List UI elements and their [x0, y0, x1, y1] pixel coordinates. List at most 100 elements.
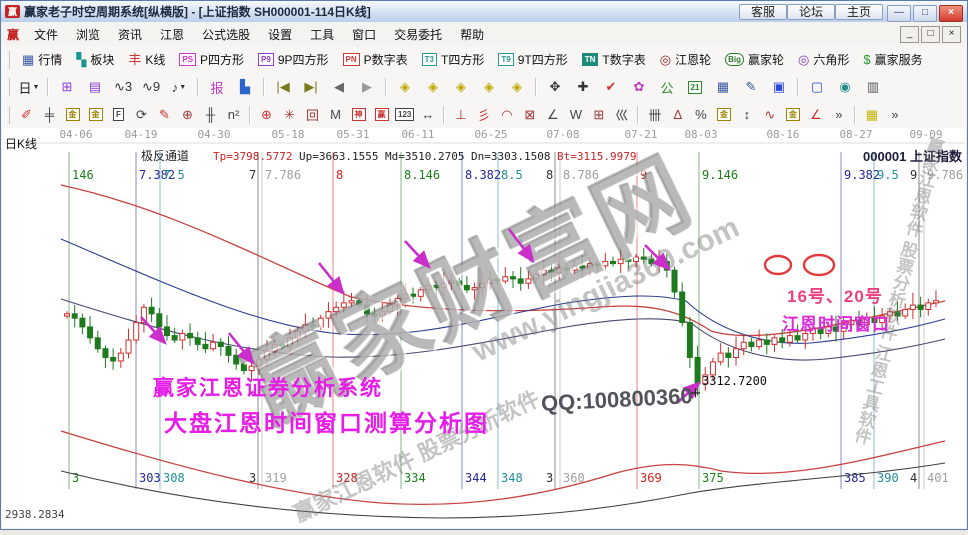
tool-monitor[interactable]: ▢	[804, 75, 830, 99]
tool-info-pad[interactable]: ▤	[82, 75, 108, 99]
tool-star-tool[interactable]: ✳	[278, 103, 301, 127]
tool-wave-tool[interactable]: W	[564, 103, 587, 127]
tool-width-tool[interactable]: ↔	[416, 103, 439, 127]
tool-yellow-grid[interactable]: ▦	[860, 103, 883, 127]
tool-gold-lines[interactable]: 金	[781, 103, 804, 127]
tool-percent-tool[interactable]: %	[689, 103, 712, 127]
titlebar-button-kefu[interactable]: 客服	[739, 4, 787, 20]
tool-mark-tool[interactable]: ♪▼	[166, 75, 192, 99]
angle-square-icon: ⊥	[455, 107, 466, 123]
toolbar-item-winner-wheel[interactable]: Big赢家轮	[718, 49, 791, 70]
menu-item-tools[interactable]: 工具	[301, 23, 343, 46]
tool-gann-grid[interactable]: ╪	[38, 103, 61, 127]
tool-slant-lines[interactable]: 巛	[610, 103, 633, 127]
tool-period-day[interactable]: 日▼	[16, 75, 42, 99]
menu-item-news[interactable]: 资讯	[109, 23, 151, 46]
mdi-restore-button[interactable]: □	[921, 26, 940, 43]
tool-window-switch[interactable]: ⊞	[54, 75, 80, 99]
tool-circle-square[interactable]: ⊕	[176, 103, 199, 127]
tool-box-fan[interactable]: ⊠	[518, 103, 541, 127]
menu-item-settings[interactable]: 设置	[259, 23, 301, 46]
tool-ying-square[interactable]: 赢	[370, 103, 393, 127]
mdi-minimize-button[interactable]: _	[900, 26, 919, 43]
toolbar-item-hexagon[interactable]: ◎六角形	[791, 49, 856, 70]
tool-calculator[interactable]: ▦	[710, 75, 736, 99]
tool-stat-bars[interactable]: 卌	[643, 103, 666, 127]
toolbar-item-9t-square[interactable]: T99T四方形	[491, 49, 574, 70]
mdi-close-button[interactable]: ×	[942, 26, 961, 43]
toolbar-item-quotes[interactable]: ▦行情	[15, 49, 69, 70]
tool-diamond-center[interactable]: ◈	[476, 75, 502, 99]
toolbar-item-sectors[interactable]: ▚板块	[69, 49, 121, 70]
tool-arc-tool[interactable]: ◠	[495, 103, 518, 127]
menu-item-window[interactable]: 窗口	[343, 23, 385, 46]
tool-pan-hand[interactable]: ✥	[542, 75, 568, 99]
tool-gold-square-2[interactable]: 金	[84, 103, 107, 127]
tool-diamond-shrink[interactable]: ◈	[448, 75, 474, 99]
tool-price-pen[interactable]: ↕	[735, 103, 758, 127]
tool-number-grid[interactable]: 123	[393, 103, 416, 127]
menu-item-file[interactable]: 文件	[25, 23, 67, 46]
tool-brush-tool[interactable]: ✎	[153, 103, 176, 127]
tool-triangle-pct[interactable]: Δ	[666, 103, 689, 127]
tool-net-pc[interactable]: ◉	[832, 75, 858, 99]
tool-gold-circle[interactable]: 金	[712, 103, 735, 127]
tool-print-pc[interactable]: ▥	[860, 75, 886, 99]
tool-public-tool[interactable]: 公	[654, 75, 680, 99]
toolbar-item-kline[interactable]: 丰K线	[121, 49, 172, 70]
menu-item-browse[interactable]: 浏览	[67, 23, 109, 46]
tool-n-square[interactable]: n²	[222, 103, 245, 127]
tool-next-page[interactable]: ▶	[354, 75, 380, 99]
menu-item-help[interactable]: 帮助	[451, 23, 493, 46]
titlebar-button-zhuye[interactable]: 主页	[835, 4, 883, 20]
tool-plain-grid[interactable]: ╫	[199, 103, 222, 127]
restore-button[interactable]: □	[913, 5, 937, 22]
tool-f-square[interactable]: F	[107, 103, 130, 127]
tool-wave-arc[interactable]: ∿	[758, 103, 781, 127]
tool-gold-square-1[interactable]: 金	[61, 103, 84, 127]
tool-prev-page[interactable]: ◀	[326, 75, 352, 99]
tool-crosshair[interactable]: ✚	[570, 75, 596, 99]
tool-color-volume[interactable]: ▙	[232, 75, 258, 99]
chart-canvas[interactable]	[2, 128, 966, 528]
menu-item-trade-order[interactable]: 交易委托	[385, 23, 451, 46]
tool-notes[interactable]: ✎	[738, 75, 764, 99]
tool-save[interactable]: ▣	[766, 75, 792, 99]
toolbar-item-9p-square[interactable]: P99P四方形	[251, 49, 335, 70]
toolbar-item-winner-service[interactable]: $赢家服务	[856, 49, 929, 70]
tool-festival[interactable]: ✿	[626, 75, 652, 99]
tool-minute-9[interactable]: ∿9	[138, 75, 164, 99]
tool-check-pen[interactable]: ✔	[598, 75, 624, 99]
tool-trend-angle[interactable]: ∠	[804, 103, 827, 127]
tool-first-page[interactable]: |◀	[270, 75, 296, 99]
tool-diamond-left[interactable]: ◈	[392, 75, 418, 99]
tool-gann-fan[interactable]: 彡	[472, 103, 495, 127]
tool-angle-square[interactable]: ⊥	[449, 103, 472, 127]
toolbar-item-p-number-table[interactable]: PNP数字表	[336, 49, 415, 70]
menu-item-formula-stock-pick[interactable]: 公式选股	[193, 23, 259, 46]
tool-quote-board[interactable]: 报	[204, 75, 230, 99]
tool-more-tools[interactable]: »	[827, 103, 850, 127]
tool-cycle-square[interactable]: ⟳	[130, 103, 153, 127]
titlebar-button-luntan[interactable]: 论坛	[787, 4, 835, 20]
tool-measure-tool[interactable]: M	[324, 103, 347, 127]
tool-diamond-expand[interactable]: ◈	[420, 75, 446, 99]
toolbar-item-t-square[interactable]: T3T四方形	[415, 49, 492, 70]
tool-shen-square[interactable]: 神	[347, 103, 370, 127]
tool-plus-grid[interactable]: ⊞	[587, 103, 610, 127]
toolbar-item-p-square[interactable]: PSP四方形	[172, 49, 251, 70]
tool-calendar-21[interactable]: 21	[682, 75, 708, 99]
close-button[interactable]: ×	[939, 5, 963, 22]
minimize-button[interactable]: —	[887, 5, 911, 22]
menu-item-gann[interactable]: 江恩	[151, 23, 193, 46]
tool-spiral-square[interactable]: 回	[301, 103, 324, 127]
toolbar-item-t-number-table[interactable]: TNT数字表	[575, 49, 653, 70]
tool-diamond-move[interactable]: ◈	[504, 75, 530, 99]
tool-last-page[interactable]: ▶|	[298, 75, 324, 99]
tool-gann-target[interactable]: ⊕	[255, 103, 278, 127]
tool-more-tools-2[interactable]: »	[883, 103, 906, 127]
toolbar-item-gann-wheel[interactable]: ◎江恩轮	[653, 49, 718, 70]
tool-pen-tool[interactable]: ✐	[15, 103, 38, 127]
tool-angle-lines[interactable]: ∠	[541, 103, 564, 127]
tool-minute-3[interactable]: ∿3	[110, 75, 136, 99]
